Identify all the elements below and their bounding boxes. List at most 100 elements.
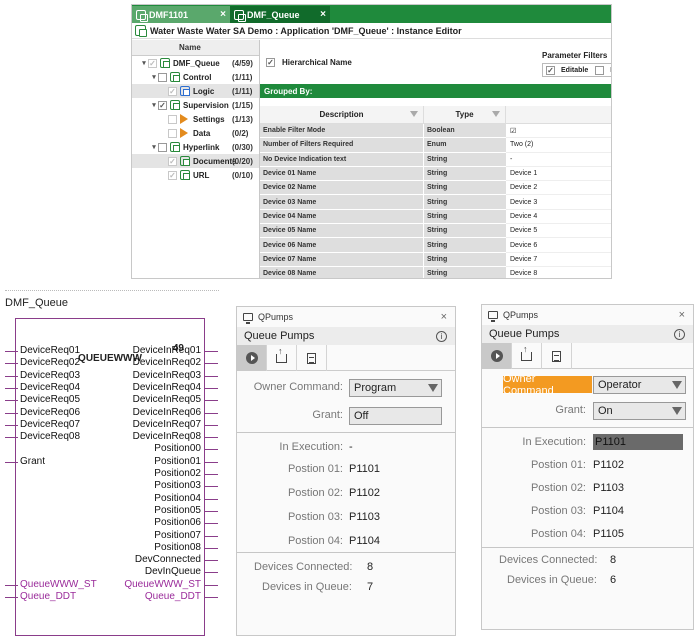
- spacer: [260, 98, 611, 106]
- cell-type: String: [424, 181, 506, 196]
- cell-value[interactable]: Device 5: [506, 224, 611, 239]
- mo-checkbox[interactable]: [595, 65, 605, 75]
- tree-checkbox[interactable]: [168, 114, 177, 124]
- tree-checkbox[interactable]: ✓: [168, 170, 177, 180]
- output-pin: DeviceInReq06: [132, 406, 201, 418]
- document-tab-button[interactable]: [542, 343, 572, 369]
- wire: [5, 424, 18, 426]
- tab-dmf1101[interactable]: DMF1101 ×: [132, 6, 230, 23]
- tree-checkbox[interactable]: ✓: [148, 58, 157, 68]
- input-pin: DeviceReq02: [20, 357, 81, 369]
- tree-checkbox[interactable]: [158, 72, 167, 82]
- col-description[interactable]: Description: [260, 106, 424, 123]
- wire: [204, 437, 218, 439]
- position-label: Postion 02:: [287, 487, 343, 499]
- owner-command-select[interactable]: Operator: [593, 376, 686, 394]
- dialog-title: QPumps: [503, 310, 539, 320]
- table-row[interactable]: Device 06 Name String Device 6: [260, 238, 611, 253]
- cell-value[interactable]: Device 8: [506, 266, 611, 278]
- table-row[interactable]: Device 08 Name String Device 8: [260, 266, 611, 278]
- input-pin-ddt: Queue_DDT: [20, 591, 77, 602]
- info-icon[interactable]: i: [674, 328, 685, 340]
- divider: [482, 427, 693, 428]
- table-row[interactable]: Device 03 Name String Device 3: [260, 195, 611, 210]
- chevron-down-icon[interactable]: [672, 381, 682, 389]
- close-icon[interactable]: ×: [220, 9, 226, 20]
- owner-command-select[interactable]: Program: [349, 379, 442, 397]
- table-row[interactable]: Enable Filter Mode Boolean ☑: [260, 124, 611, 139]
- table-row[interactable]: Device 02 Name String Device 2: [260, 181, 611, 196]
- application-icon: [135, 25, 147, 37]
- grant-field[interactable]: On: [593, 402, 686, 420]
- tree-checkbox[interactable]: ✓: [158, 100, 167, 110]
- close-icon[interactable]: ×: [441, 311, 447, 323]
- chevron-down-icon[interactable]: ▾: [150, 73, 158, 81]
- cell-value[interactable]: Device 6: [506, 238, 611, 253]
- export-tab-button[interactable]: [267, 345, 297, 371]
- cell-value[interactable]: Device 7: [506, 252, 611, 267]
- tab-dmf-queue[interactable]: DMF_Queue ×: [230, 6, 330, 23]
- output-pin: DeviceInReq08: [132, 431, 201, 443]
- table-row[interactable]: Number of Filters Required Enum Two (2): [260, 138, 611, 153]
- document-tab-button[interactable]: [297, 345, 327, 371]
- divider: [5, 290, 219, 291]
- filter-icon[interactable]: [410, 111, 418, 117]
- cell-value[interactable]: Two (2): [506, 138, 611, 153]
- editable-checkbox[interactable]: ✓: [546, 65, 555, 75]
- wire: [204, 597, 218, 598]
- table-row[interactable]: Device 07 Name String Device 7: [260, 252, 611, 267]
- play-tab-button[interactable]: [237, 345, 267, 371]
- tree-checkbox[interactable]: [158, 142, 167, 152]
- tree-node[interactable]: Settings (1/13): [132, 112, 259, 126]
- folder-icon: [180, 170, 190, 180]
- tree-node[interactable]: ▾ Control (1/11): [132, 70, 259, 84]
- chevron-down-icon[interactable]: ▾: [150, 101, 158, 109]
- output-pin: Position07: [154, 529, 201, 541]
- cell-value[interactable]: Device 2: [506, 181, 611, 196]
- chevron-down-icon[interactable]: [672, 407, 682, 415]
- folder-icon: [160, 58, 170, 68]
- tree-node[interactable]: ✓ Logic (1/11): [132, 84, 259, 98]
- export-tab-button[interactable]: [512, 343, 542, 369]
- col-type[interactable]: Type: [424, 106, 506, 123]
- close-icon[interactable]: ×: [679, 309, 685, 321]
- tree-node[interactable]: Data (0/2): [132, 126, 259, 140]
- tree-node[interactable]: ✓ URL (0/10): [132, 168, 259, 182]
- table-row[interactable]: Device 01 Name String Device 1: [260, 166, 611, 182]
- hierarchical-name-row: ✓ Hierarchical Name Parameter Filters ✓ …: [260, 40, 611, 84]
- tab-label: DMF_Queue: [247, 9, 300, 20]
- tree-node[interactable]: ▾ ✓ Supervision (1/15): [132, 98, 259, 112]
- cell-description: Device 04 Name: [260, 209, 424, 225]
- wire: [204, 510, 218, 512]
- cell-value[interactable]: Device 1: [506, 166, 611, 182]
- col-description-label: Description: [319, 110, 364, 119]
- app-icon: [136, 9, 148, 22]
- tree-node[interactable]: ▾ ✓ DMF_Queue (4/59): [132, 56, 259, 70]
- grant-label: Grant:: [312, 409, 343, 421]
- dialog-title: QPumps: [258, 312, 294, 322]
- cell-value[interactable]: Device 3: [506, 195, 611, 210]
- tree-node[interactable]: ▾ Hyperlink (0/30): [132, 140, 259, 154]
- tree-checkbox[interactable]: [168, 128, 177, 138]
- chevron-down-icon[interactable]: [428, 384, 438, 392]
- tree-checkbox[interactable]: ✓: [168, 86, 177, 96]
- cell-value[interactable]: Device 4: [506, 209, 611, 225]
- cell-value[interactable]: ☑: [506, 124, 611, 139]
- chevron-down-icon[interactable]: ▾: [140, 59, 148, 67]
- chevron-down-icon[interactable]: ▾: [150, 143, 158, 151]
- hierarchical-name-checkbox[interactable]: ✓: [266, 57, 275, 67]
- table-row[interactable]: No Device Indication text String -: [260, 152, 611, 167]
- table-row[interactable]: Device 05 Name String Device 5: [260, 224, 611, 239]
- filter-icon[interactable]: [492, 111, 500, 117]
- table-row[interactable]: Device 04 Name String Device 4: [260, 209, 611, 225]
- play-tab-button[interactable]: [482, 343, 512, 369]
- tree-checkbox[interactable]: ✓: [168, 156, 177, 166]
- cell-value[interactable]: -: [506, 152, 611, 167]
- close-icon[interactable]: ×: [320, 9, 326, 20]
- cell-description: Device 07 Name: [260, 252, 424, 267]
- tree-node[interactable]: ✓ Documents (0/20): [132, 154, 259, 168]
- input-pin: DeviceReq01: [20, 345, 81, 356]
- cell-description: Device 08 Name: [260, 266, 424, 278]
- info-icon[interactable]: i: [436, 330, 447, 342]
- owner-command-button[interactable]: Owner Command: [503, 373, 592, 397]
